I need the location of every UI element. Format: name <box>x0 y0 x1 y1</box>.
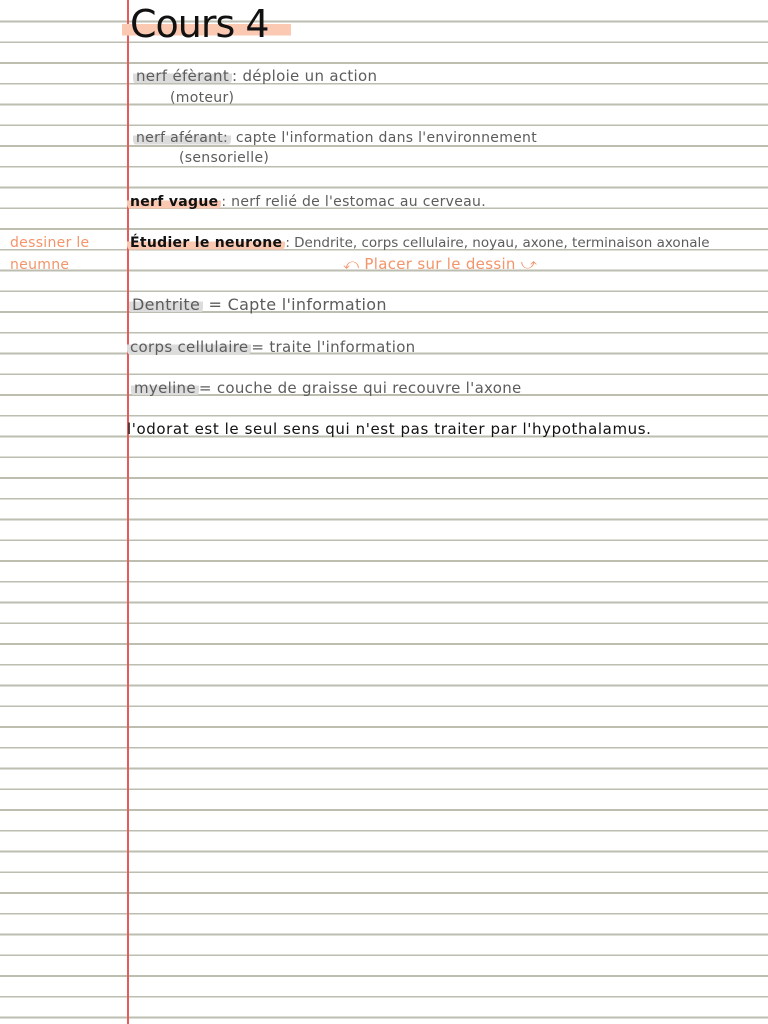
note-myeline: myeline = couche de graisse qui recouvre … <box>131 378 522 398</box>
curved-arrow-left-icon: ⤺ <box>343 255 360 273</box>
definition: = couche de graisse qui recouvre l'axone <box>198 379 522 397</box>
note-efferent: nerf éfèrant: déploie un action <box>133 66 377 86</box>
definition: : Dendrite, corps cellulaire, noyau, axo… <box>285 235 710 251</box>
lined-paper <box>0 0 768 1024</box>
note-neurone: Étudier le neurone: Dendrite, corps cell… <box>127 233 710 253</box>
page-title: Cours 4 <box>122 2 291 46</box>
term: Étudier le neurone <box>127 235 286 251</box>
term: nerf aférant: <box>133 130 232 146</box>
note-neurone-sub: ⤺ Placer sur le dessin ⤻ <box>343 254 537 274</box>
definition: : déploie un action <box>232 67 378 85</box>
curved-arrow-right-icon: ⤻ <box>520 255 538 273</box>
note-dendrite: Dentrite = Capte l'information <box>129 295 387 315</box>
note-corps: corps cellulaire = traite l'information <box>127 337 416 357</box>
term: nerf éfèrant <box>133 67 233 85</box>
note-afferent: nerf aférant: capte l'information dans l… <box>133 128 537 148</box>
margin-note-line1: dessiner le <box>10 235 90 251</box>
definition: = traite l'information <box>251 338 416 356</box>
statement: l'odorat est le seul sens qui n'est pas … <box>127 420 652 438</box>
term: myeline <box>131 379 199 397</box>
margin-line <box>127 0 129 1024</box>
note-vague: nerf vague: nerf relié de l'estomac au c… <box>127 192 486 212</box>
definition: = Capte l'information <box>208 295 387 314</box>
note-efferent-sub: (moteur) <box>170 90 235 106</box>
definition: : nerf relié de l'estomac au cerveau. <box>221 194 486 210</box>
note-afferent-sub: (sensorielle) <box>179 150 270 166</box>
margin-note-line2: neumne <box>10 257 70 273</box>
instruction: Placer sur le dessin <box>364 255 516 273</box>
term: nerf vague <box>127 194 222 210</box>
term: corps cellulaire <box>127 338 252 356</box>
term: Dentrite <box>129 295 204 314</box>
definition: capte l'information dans l'environnement <box>235 130 538 146</box>
